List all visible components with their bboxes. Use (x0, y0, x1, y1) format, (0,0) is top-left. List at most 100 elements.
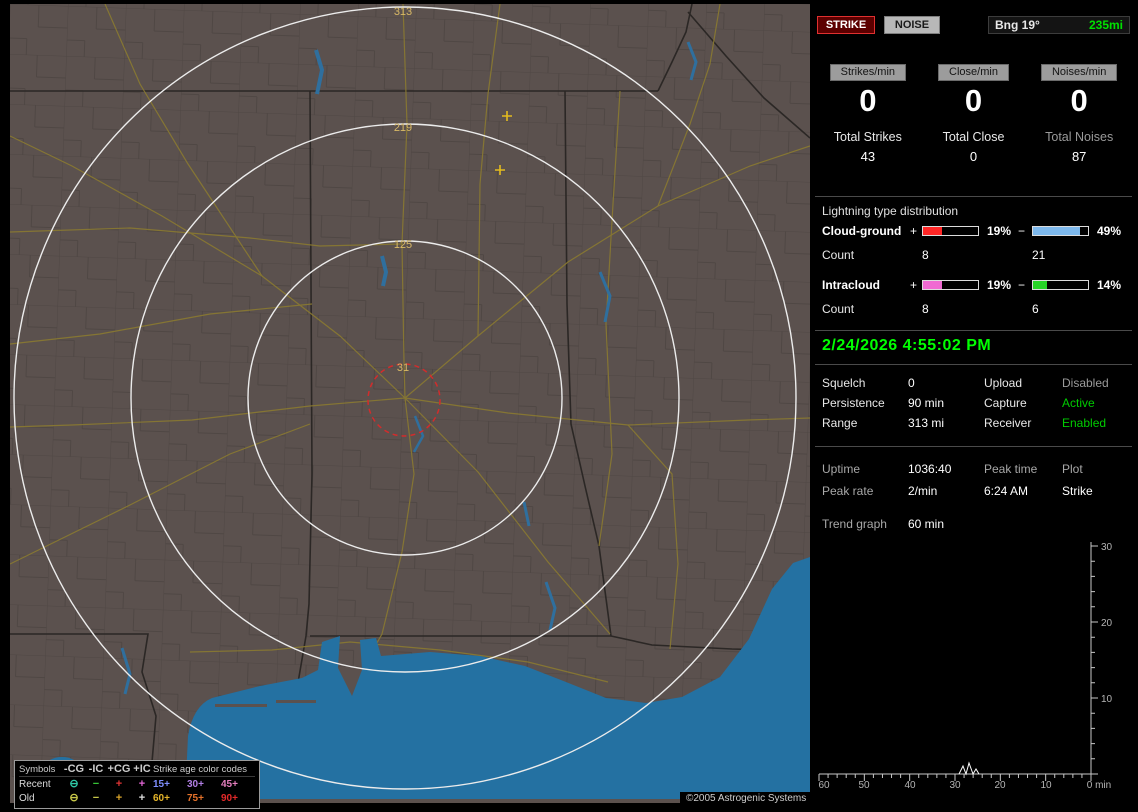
cg-pos-pct: 19% (987, 224, 1012, 238)
map-legend: Symbols -CG -IC +CG +IC Strike age color… (14, 760, 260, 809)
strikes-per-min-chip: Strikes/min (829, 64, 907, 81)
total-noises-value: 87 (1071, 149, 1087, 164)
settings-row: Squelch 0 Upload Disabled (822, 374, 1130, 392)
svg-text:10: 10 (1101, 694, 1113, 705)
range-value: 313 mi (908, 416, 945, 430)
minus-sign: − (1018, 278, 1026, 292)
cg-pos-old-icon: + (115, 791, 123, 804)
plus-sign: + (910, 224, 918, 238)
cg-pos-recent-icon: + (115, 777, 123, 790)
plus-sign: + (910, 278, 918, 292)
total-strikes-label: Total Strikes (833, 130, 902, 144)
capture-label: Capture (984, 396, 1027, 410)
trend-axes (818, 542, 1098, 781)
legend-symbols-header: Symbols (19, 764, 56, 775)
legend-col-cg-pos: +CG (107, 763, 131, 775)
squelch-value: 0 (908, 376, 915, 390)
total-strikes-value: 43 (860, 149, 876, 164)
legend-col-ic-pos: +IC (133, 763, 151, 775)
intracloud-count-row: Count 8 6 (822, 302, 1130, 316)
cloud-ground-row: Cloud-ground + 19% − 49% (822, 224, 1130, 238)
persistence-label: Persistence (822, 396, 885, 410)
ic-pos-count: 8 (922, 302, 929, 316)
map-svg: 313 219 125 31 (10, 4, 810, 803)
bearing-value: Bng 19° (995, 18, 1040, 32)
plot-value: Strike (1062, 484, 1093, 498)
stats-row: Peak rate 2/min 6:24 AM Strike (822, 482, 1130, 500)
cg-neg-bar (1032, 226, 1089, 236)
svg-text:0 min: 0 min (1087, 780, 1111, 791)
upload-label: Upload (984, 376, 1023, 390)
ic-pos-old-icon: + (138, 791, 146, 804)
cg-neg-pct: 49% (1097, 224, 1122, 238)
svg-text:50: 50 (858, 780, 870, 791)
cg-pos-bar-fill (923, 227, 942, 235)
receiver-status: Enabled (1062, 416, 1107, 430)
divider (815, 446, 1132, 447)
peak-time-label: Peak time (984, 462, 1038, 476)
uptime-value: 1036:40 (908, 462, 952, 476)
squelch-label: Squelch (822, 376, 866, 390)
cloud-ground-label: Cloud-ground (822, 224, 902, 238)
svg-text:10: 10 (1040, 780, 1052, 791)
noises-per-min-chip: Noises/min (1040, 64, 1118, 81)
age-code: 90+ (221, 792, 238, 804)
settings-row: Persistence 90 min Capture Active (822, 394, 1130, 412)
age-code: 60+ (153, 792, 170, 804)
ic-neg-bar-fill (1033, 281, 1047, 289)
svg-text:313: 313 (394, 6, 412, 18)
capture-status: Active (1062, 396, 1095, 410)
cg-pos-bar (922, 226, 979, 236)
map-view[interactable]: 313 219 125 31 (10, 4, 810, 803)
peak-time-value: 6:24 AM (984, 484, 1029, 498)
divider (815, 330, 1132, 331)
svg-text:31: 31 (397, 362, 409, 374)
range-label: Range (822, 416, 858, 430)
settings-row: Range 313 mi Receiver Enabled (822, 414, 1130, 432)
age-code: 30+ (187, 778, 204, 790)
divider (815, 364, 1132, 365)
noises-per-min-value: 0 (1070, 83, 1088, 118)
minus-sign: − (1018, 224, 1026, 238)
svg-text:40: 40 (904, 780, 916, 791)
bearing-display: Bng 19° 235mi (988, 16, 1130, 34)
count-label: Count (822, 302, 855, 316)
trend-graph: 30 20 10 60 50 40 30 20 10 0 min (818, 542, 1113, 791)
legend-col-cg-neg: -CG (63, 763, 85, 775)
total-noises-label: Total Noises (1045, 130, 1114, 144)
trend-x-tick-labels: 60 50 40 30 20 10 0 min (818, 780, 1111, 791)
intracloud-label: Intracloud (822, 278, 881, 292)
age-code: 75+ (187, 792, 204, 804)
age-code: 15+ (153, 778, 170, 790)
ic-neg-pct: 14% (1097, 278, 1122, 292)
close-per-min-chip: Close/min (938, 64, 1009, 81)
rate-values-row: 0 0 0 (815, 83, 1132, 119)
persistence-value: 90 min (908, 396, 945, 410)
svg-text:60: 60 (818, 780, 830, 791)
strike-toggle-button[interactable]: STRIKE (817, 16, 875, 34)
svg-text:20: 20 (1101, 618, 1113, 629)
strikes-per-min-value: 0 (859, 83, 877, 118)
total-close-label: Total Close (942, 130, 1005, 144)
stats-row: Uptime 1036:40 Peak time Plot (822, 460, 1130, 478)
trend-y-tick-labels: 30 20 10 (1101, 542, 1113, 705)
svg-text:30: 30 (949, 780, 961, 791)
distribution-title: Lightning type distribution (822, 204, 959, 218)
ic-pos-recent-icon: + (138, 777, 146, 790)
ic-neg-bar (1032, 280, 1089, 290)
ic-pos-bar (922, 280, 979, 290)
upload-status: Disabled (1062, 376, 1109, 390)
noise-toggle-button[interactable]: NOISE (884, 16, 940, 34)
ic-neg-count: 6 (1032, 302, 1039, 316)
legend-row-label: Old (19, 792, 35, 804)
mode-toggle-row: STRIKE NOISE Bng 19° 235mi (815, 16, 1132, 34)
trend-graph-label: Trend graph (822, 517, 887, 531)
divider (815, 196, 1132, 197)
total-close-value: 0 (969, 149, 978, 164)
trend-activity-spikes (958, 761, 980, 776)
ic-neg-recent-icon: − (92, 777, 100, 790)
svg-text:30: 30 (1101, 542, 1113, 553)
uptime-label: Uptime (822, 462, 861, 476)
cg-neg-old-icon: ⊖ (69, 791, 79, 804)
totals-value-row: 43 0 87 (815, 149, 1132, 164)
